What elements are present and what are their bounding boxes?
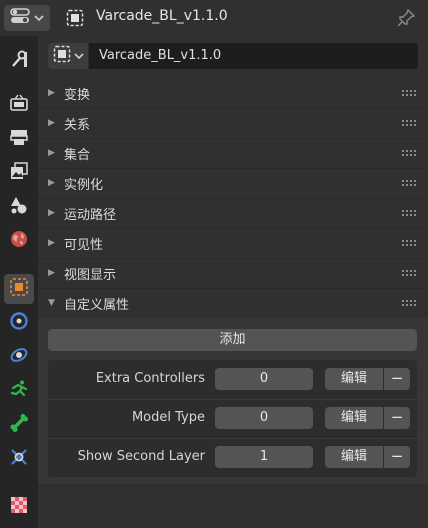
edit-property-button[interactable]: 编辑	[325, 407, 383, 429]
checker-icon	[9, 495, 29, 519]
tab-object[interactable]	[4, 274, 34, 304]
tab-object-data[interactable]	[4, 444, 34, 474]
chevron-right-icon: ▶	[48, 148, 55, 158]
chevron-down-icon	[34, 11, 44, 26]
property-value-field[interactable]: 0	[215, 407, 313, 429]
section-instancing[interactable]: ▶ 实例化	[38, 168, 428, 198]
section-custom-properties[interactable]: ▼ 自定义属性	[38, 288, 428, 318]
printer-icon	[9, 127, 29, 151]
section-collections[interactable]: ▶ 集合	[38, 138, 428, 168]
tab-scene[interactable]	[4, 192, 34, 222]
drag-grip-icon[interactable]	[402, 180, 418, 186]
custom-properties-list: Extra Controllers 0 编辑 − Model Type 0 编辑…	[48, 360, 417, 477]
section-label: 实例化	[64, 177, 104, 193]
image-stack-icon	[9, 161, 29, 185]
tab-constraints[interactable]	[4, 410, 34, 440]
wrench-x-icon	[9, 447, 29, 471]
remove-property-button[interactable]: −	[384, 407, 410, 429]
properties-editor-icon	[10, 7, 30, 29]
section-label: 可见性	[64, 237, 104, 253]
chevron-right-icon: ▶	[48, 268, 55, 278]
particles-icon	[9, 345, 29, 369]
section-viewport-display[interactable]: ▶ 视图显示	[38, 258, 428, 288]
remove-property-button[interactable]: −	[384, 446, 410, 468]
drag-grip-icon[interactable]	[402, 150, 418, 156]
custom-properties-body: 添加 Extra Controllers 0 编辑 − Model Type 0…	[38, 318, 428, 484]
section-motion-paths[interactable]: ▶ 运动路径	[38, 198, 428, 228]
properties-tab-strip	[0, 36, 38, 528]
section-label: 关系	[64, 117, 91, 133]
edit-property-button[interactable]: 编辑	[325, 368, 383, 390]
section-relations[interactable]: ▶ 关系	[38, 108, 428, 138]
tab-particles[interactable]	[4, 342, 34, 372]
camera-back-icon	[9, 93, 29, 117]
drag-grip-icon[interactable]	[402, 270, 418, 276]
scene-cone-sphere-icon	[9, 195, 29, 219]
tab-texture[interactable]	[4, 492, 34, 522]
section-label: 运动路径	[64, 207, 117, 223]
object-icon	[53, 45, 71, 67]
drag-grip-icon[interactable]	[402, 120, 418, 126]
remove-property-button[interactable]: −	[384, 368, 410, 390]
section-label: 变换	[64, 87, 91, 103]
property-row: Model Type 0 编辑 −	[48, 399, 417, 438]
wrench-screwdriver-icon	[9, 49, 29, 73]
property-value-field[interactable]: 1	[215, 446, 313, 468]
tab-physics[interactable]	[4, 376, 34, 406]
edit-property-button[interactable]: 编辑	[325, 446, 383, 468]
running-figure-icon	[9, 379, 29, 403]
section-label: 视图显示	[64, 267, 117, 283]
property-name: Model Type	[131, 410, 205, 425]
chevron-right-icon: ▶	[48, 88, 55, 98]
add-property-button[interactable]: 添加	[48, 329, 417, 351]
property-name: Show Second Layer	[77, 449, 205, 464]
drag-grip-icon[interactable]	[402, 240, 418, 246]
pin-icon[interactable]	[396, 8, 416, 28]
header-object-name: Varcade_BL_v1.1.0	[96, 8, 228, 24]
properties-header: Varcade_BL_v1.1.0	[0, 0, 428, 36]
section-label: 自定义属性	[64, 297, 130, 313]
object-properties-panel: Varcade_BL_v1.1.0 ▶ 变换 ▶ 关系 ▶ 集合 ▶ 实例化 ▶…	[38, 36, 428, 528]
editor-type-button[interactable]	[4, 5, 50, 31]
property-value-field[interactable]: 0	[215, 368, 313, 390]
tab-modifiers[interactable]	[4, 308, 34, 338]
object-icon	[66, 9, 84, 27]
section-label: 集合	[64, 147, 91, 163]
chevron-right-icon: ▶	[48, 238, 55, 248]
tab-output[interactable]	[4, 124, 34, 154]
chevron-down-icon: ▼	[48, 298, 55, 308]
tab-world[interactable]	[4, 226, 34, 256]
property-row: Extra Controllers 0 编辑 −	[48, 360, 417, 399]
property-row: Show Second Layer 1 编辑 −	[48, 438, 417, 477]
object-name-field[interactable]: Varcade_BL_v1.1.0	[89, 43, 418, 69]
drag-grip-icon[interactable]	[402, 300, 418, 306]
property-name: Extra Controllers	[95, 371, 205, 386]
bone-icon	[9, 413, 29, 437]
drag-grip-icon[interactable]	[402, 210, 418, 216]
section-transform[interactable]: ▶ 变换	[38, 78, 428, 108]
section-visibility[interactable]: ▶ 可见性	[38, 228, 428, 258]
object-browse-button[interactable]	[48, 43, 88, 69]
world-globe-icon	[9, 229, 29, 253]
object-datablock-selector: Varcade_BL_v1.1.0	[48, 43, 418, 69]
chevron-right-icon: ▶	[48, 178, 55, 188]
tab-view-layer[interactable]	[4, 158, 34, 188]
object-square-icon	[9, 277, 29, 301]
chevron-right-icon: ▶	[48, 208, 55, 218]
chevron-right-icon: ▶	[48, 118, 55, 128]
chevron-down-icon	[74, 49, 84, 64]
drag-grip-icon[interactable]	[402, 90, 418, 96]
tab-tool[interactable]	[4, 46, 34, 76]
tab-render[interactable]	[4, 90, 34, 120]
blue-circle-dot-icon	[9, 311, 29, 335]
